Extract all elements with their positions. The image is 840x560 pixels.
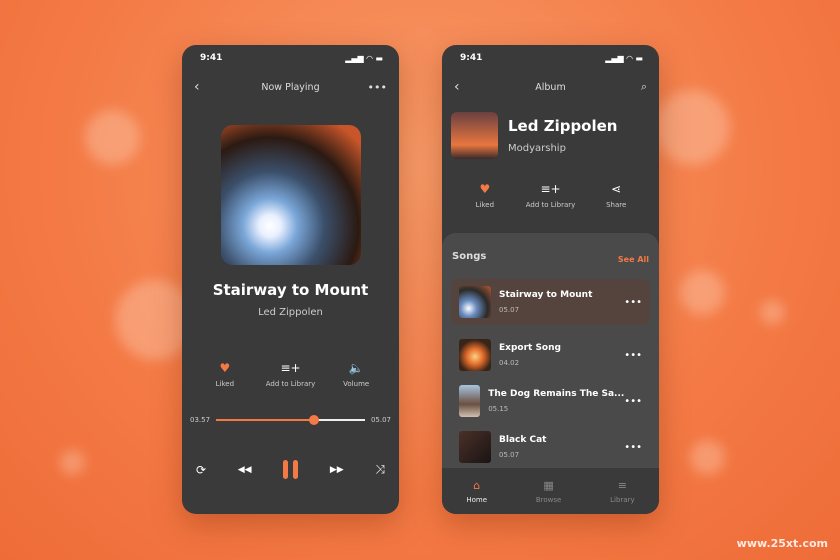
song-thumbnail [459, 385, 481, 417]
rewind-icon[interactable]: ◀◀ [238, 465, 252, 475]
song-title: Stairway to Mount [212, 281, 369, 299]
volume-button[interactable]: 🔈 Volume [323, 361, 389, 388]
clock: 9:41 [460, 53, 483, 63]
label: Add to Library [265, 380, 316, 388]
album-cover [451, 112, 498, 159]
song-thumbnail [459, 286, 491, 318]
search-icon[interactable]: ⌕ [641, 80, 647, 94]
label: Browse [535, 495, 562, 504]
add-playlist-icon: ≡+ [280, 361, 301, 375]
song-row[interactable]: Black Cat 05.07 ••• [451, 424, 650, 470]
label: Liked [215, 380, 235, 388]
watermark: www.25xt.com [736, 537, 828, 550]
volume-icon: 🔈 [348, 361, 364, 375]
status-icons: ▂▄▆ ◠ ▬ [345, 53, 383, 63]
song-duration: 05.15 [488, 405, 509, 413]
label: Library [610, 495, 635, 504]
status-bar: 9:41 ▂▄▆ ◠ ▬ [200, 53, 383, 63]
clock: 9:41 [200, 53, 223, 63]
back-icon[interactable]: ‹ [194, 79, 200, 95]
label: Liked [475, 201, 495, 209]
add-to-library-button[interactable]: ≡+ Add to Library [258, 361, 324, 388]
progress-slider[interactable] [216, 415, 365, 425]
liked-button[interactable]: ♥ Liked [192, 361, 258, 388]
song-thumbnail [459, 431, 491, 463]
song-duration: 04.02 [499, 359, 520, 367]
label: Share [606, 201, 627, 209]
screen-title: Album [535, 81, 566, 93]
back-icon[interactable]: ‹ [454, 79, 460, 95]
song-thumbnail [459, 339, 491, 371]
liked-button[interactable]: ♥ Liked [452, 182, 518, 209]
status-bar: 9:41 ▂▄▆ ◠ ▬ [460, 53, 643, 63]
fast-forward-icon[interactable]: ▶▶ [330, 465, 344, 475]
songs-heading: Songs [452, 251, 487, 262]
status-icons: ▂▄▆ ◠ ▬ [605, 53, 643, 63]
label: Volume [343, 380, 370, 388]
home-icon: ⌂ [473, 478, 481, 492]
label: Home [466, 495, 488, 504]
now-playing-screen: 9:41 ▂▄▆ ◠ ▬ ‹ Now Playing ••• Stairway to … [182, 45, 399, 514]
song-row[interactable]: Stairway to Mount 05.07 ••• [451, 279, 650, 325]
song-name: Stairway to Mount [499, 290, 593, 300]
bottom-nav: ⌂ Home ▦ Browse ≡ Library [442, 468, 659, 514]
album-artist: Modyarship [508, 143, 566, 154]
share-button[interactable]: ⋖ Share [583, 182, 649, 209]
album-name: Led Zippolen [508, 117, 618, 135]
grid-icon: ▦ [543, 478, 554, 492]
nav-library[interactable]: ≡ Library [610, 479, 634, 504]
album-screen: 9:41 ▂▄▆ ◠ ▬ ‹ Album ⌕ Led Zippolen Modyars… [442, 45, 659, 514]
artist-name: Led Zippolen [258, 307, 323, 318]
share-icon: ⋖ [611, 182, 622, 196]
pause-button[interactable] [283, 460, 299, 479]
slider-handle[interactable] [309, 415, 320, 425]
more-icon[interactable]: ••• [624, 396, 642, 407]
more-icon[interactable]: ••• [624, 350, 642, 361]
nav-browse[interactable]: ▦ Browse [536, 479, 562, 504]
add-to-library-button[interactable]: ≡+ Add to Library [518, 182, 584, 209]
add-playlist-icon: ≡+ [540, 182, 561, 196]
song-name: Export Song [499, 343, 561, 353]
duration: 05.07 [370, 416, 391, 424]
elapsed-time: 03.57 [190, 416, 211, 424]
more-icon[interactable]: ••• [624, 442, 642, 453]
see-all-link[interactable]: See All [618, 255, 649, 264]
song-duration: 05.07 [499, 451, 520, 459]
nav-home[interactable]: ⌂ Home [466, 479, 487, 504]
heart-icon: ♥ [219, 361, 231, 375]
heart-icon: ♥ [479, 182, 491, 196]
song-name: The Dog Remains The Sa... [488, 389, 625, 399]
song-name: Black Cat [499, 435, 547, 445]
label: Add to Library [525, 201, 576, 209]
screen-title: Now Playing [261, 81, 320, 93]
song-duration: 05.07 [499, 306, 520, 314]
song-row[interactable]: The Dog Remains The Sa... 05.15 ••• [451, 378, 650, 424]
more-icon[interactable]: ••• [624, 297, 642, 308]
album-art [221, 125, 361, 265]
song-row[interactable]: Export Song 04.02 ••• [451, 332, 650, 378]
repeat-icon[interactable]: ⟳ [196, 463, 206, 477]
library-icon: ≡ [617, 478, 627, 492]
more-icon[interactable]: ••• [368, 81, 387, 94]
shuffle-icon[interactable]: ⤨ [375, 462, 385, 477]
